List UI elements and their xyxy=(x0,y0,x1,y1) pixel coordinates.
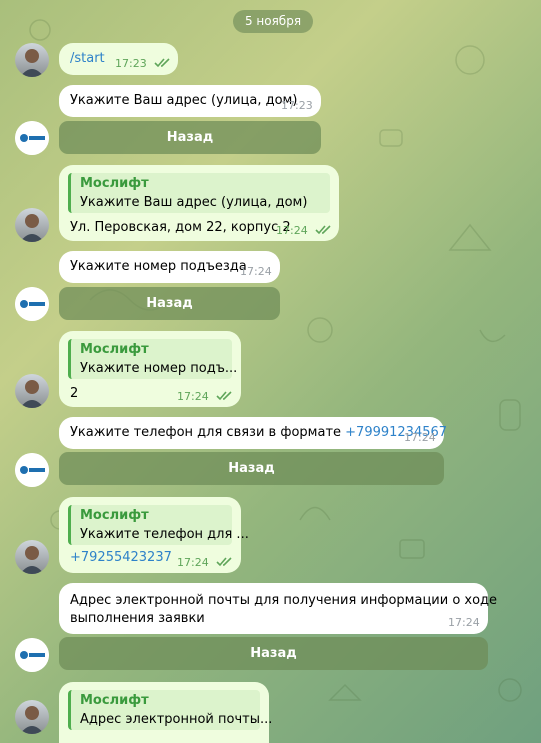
reply-quote[interactable]: Мослифт Укажите номер подъ... xyxy=(68,339,237,379)
quote-text: Укажите телефон для ... xyxy=(80,527,249,542)
double-check-icon xyxy=(216,557,232,567)
message-text-line1: Адрес электронной почты для получения ин… xyxy=(70,593,498,608)
double-check-icon xyxy=(154,58,170,68)
double-check-icon xyxy=(315,225,331,235)
reply-quote[interactable]: Мослифт Адрес электронной почты... xyxy=(68,690,272,730)
back-button[interactable]: Назад xyxy=(59,121,321,154)
back-button[interactable]: Назад xyxy=(59,452,444,485)
message-outgoing[interactable]: Мослифт Укажите Ваш адрес (улица, дом) У… xyxy=(59,165,339,241)
message-time: 17:23 xyxy=(115,57,147,70)
back-button[interactable]: Назад xyxy=(59,637,488,670)
message-time: 17:23 xyxy=(281,99,313,112)
message-text[interactable]: /start xyxy=(70,51,105,66)
message-outgoing[interactable]: Мослифт Укажите номер подъ... 2 17:24 xyxy=(59,331,241,407)
quote-text: Укажите Ваш адрес (улица, дом) xyxy=(80,195,308,210)
message-time: 17:24 xyxy=(448,616,480,629)
phone-link[interactable]: +79255423237 xyxy=(70,550,172,565)
message-text-main: Укажите телефон для связи в формате xyxy=(70,425,346,440)
quote-text: Адрес электронной почты... xyxy=(80,712,273,727)
message-time: 17:24 xyxy=(177,390,209,403)
quote-author: Мослифт xyxy=(80,693,149,708)
message-outgoing[interactable]: Мослифт Укажите телефон для ... +7925542… xyxy=(59,497,249,573)
message-text: Ул. Перовская, дом 22, корпус 2 xyxy=(70,220,291,235)
moslift-logo-icon[interactable] xyxy=(15,121,49,155)
moslift-logo-icon[interactable] xyxy=(15,638,49,672)
message-time: 17:24 xyxy=(276,224,308,237)
message-text-line2: выполнения заявки xyxy=(70,611,205,626)
user-avatar[interactable] xyxy=(15,208,49,242)
message-incoming: Укажите номер подъезда 17:24 xyxy=(59,251,280,283)
message-text: Укажите номер подъезда xyxy=(70,259,247,274)
message-outgoing[interactable]: /start 17:23 xyxy=(59,43,178,75)
quote-text: Укажите номер подъ... xyxy=(80,361,238,376)
quote-author: Мослифт xyxy=(80,508,149,523)
reply-quote[interactable]: Мослифт Укажите Ваш адрес (улица, дом) xyxy=(68,173,330,213)
user-avatar[interactable] xyxy=(15,43,49,77)
user-avatar[interactable] xyxy=(15,700,49,734)
message-text: Укажите Ваш адрес (улица, дом) xyxy=(70,93,298,108)
back-button[interactable]: Назад xyxy=(59,287,280,320)
moslift-logo-icon[interactable] xyxy=(15,453,49,487)
message-incoming: Укажите телефон для связи в формате +799… xyxy=(59,417,447,449)
quote-author: Мослифт xyxy=(80,176,149,191)
message-text: 2 xyxy=(70,386,79,401)
message-time: 17:24 xyxy=(404,431,436,444)
user-avatar[interactable] xyxy=(15,374,49,408)
message-time: 17:24 xyxy=(177,556,209,569)
message-incoming: Укажите Ваш адрес (улица, дом) 17:23 xyxy=(59,85,321,117)
user-avatar[interactable] xyxy=(15,540,49,574)
message-time: 17:24 xyxy=(240,265,272,278)
message-text: Укажите телефон для связи в формате +799… xyxy=(70,425,447,440)
message-incoming: Адрес электронной почты для получения ин… xyxy=(59,583,497,634)
quote-author: Мослифт xyxy=(80,342,149,357)
message-outgoing[interactable]: Мослифт Адрес электронной почты... xyxy=(59,682,272,743)
reply-quote[interactable]: Мослифт Укажите телефон для ... xyxy=(68,505,249,545)
moslift-logo-icon[interactable] xyxy=(15,287,49,321)
date-separator: 5 ноября xyxy=(233,10,313,33)
double-check-icon xyxy=(216,391,232,401)
